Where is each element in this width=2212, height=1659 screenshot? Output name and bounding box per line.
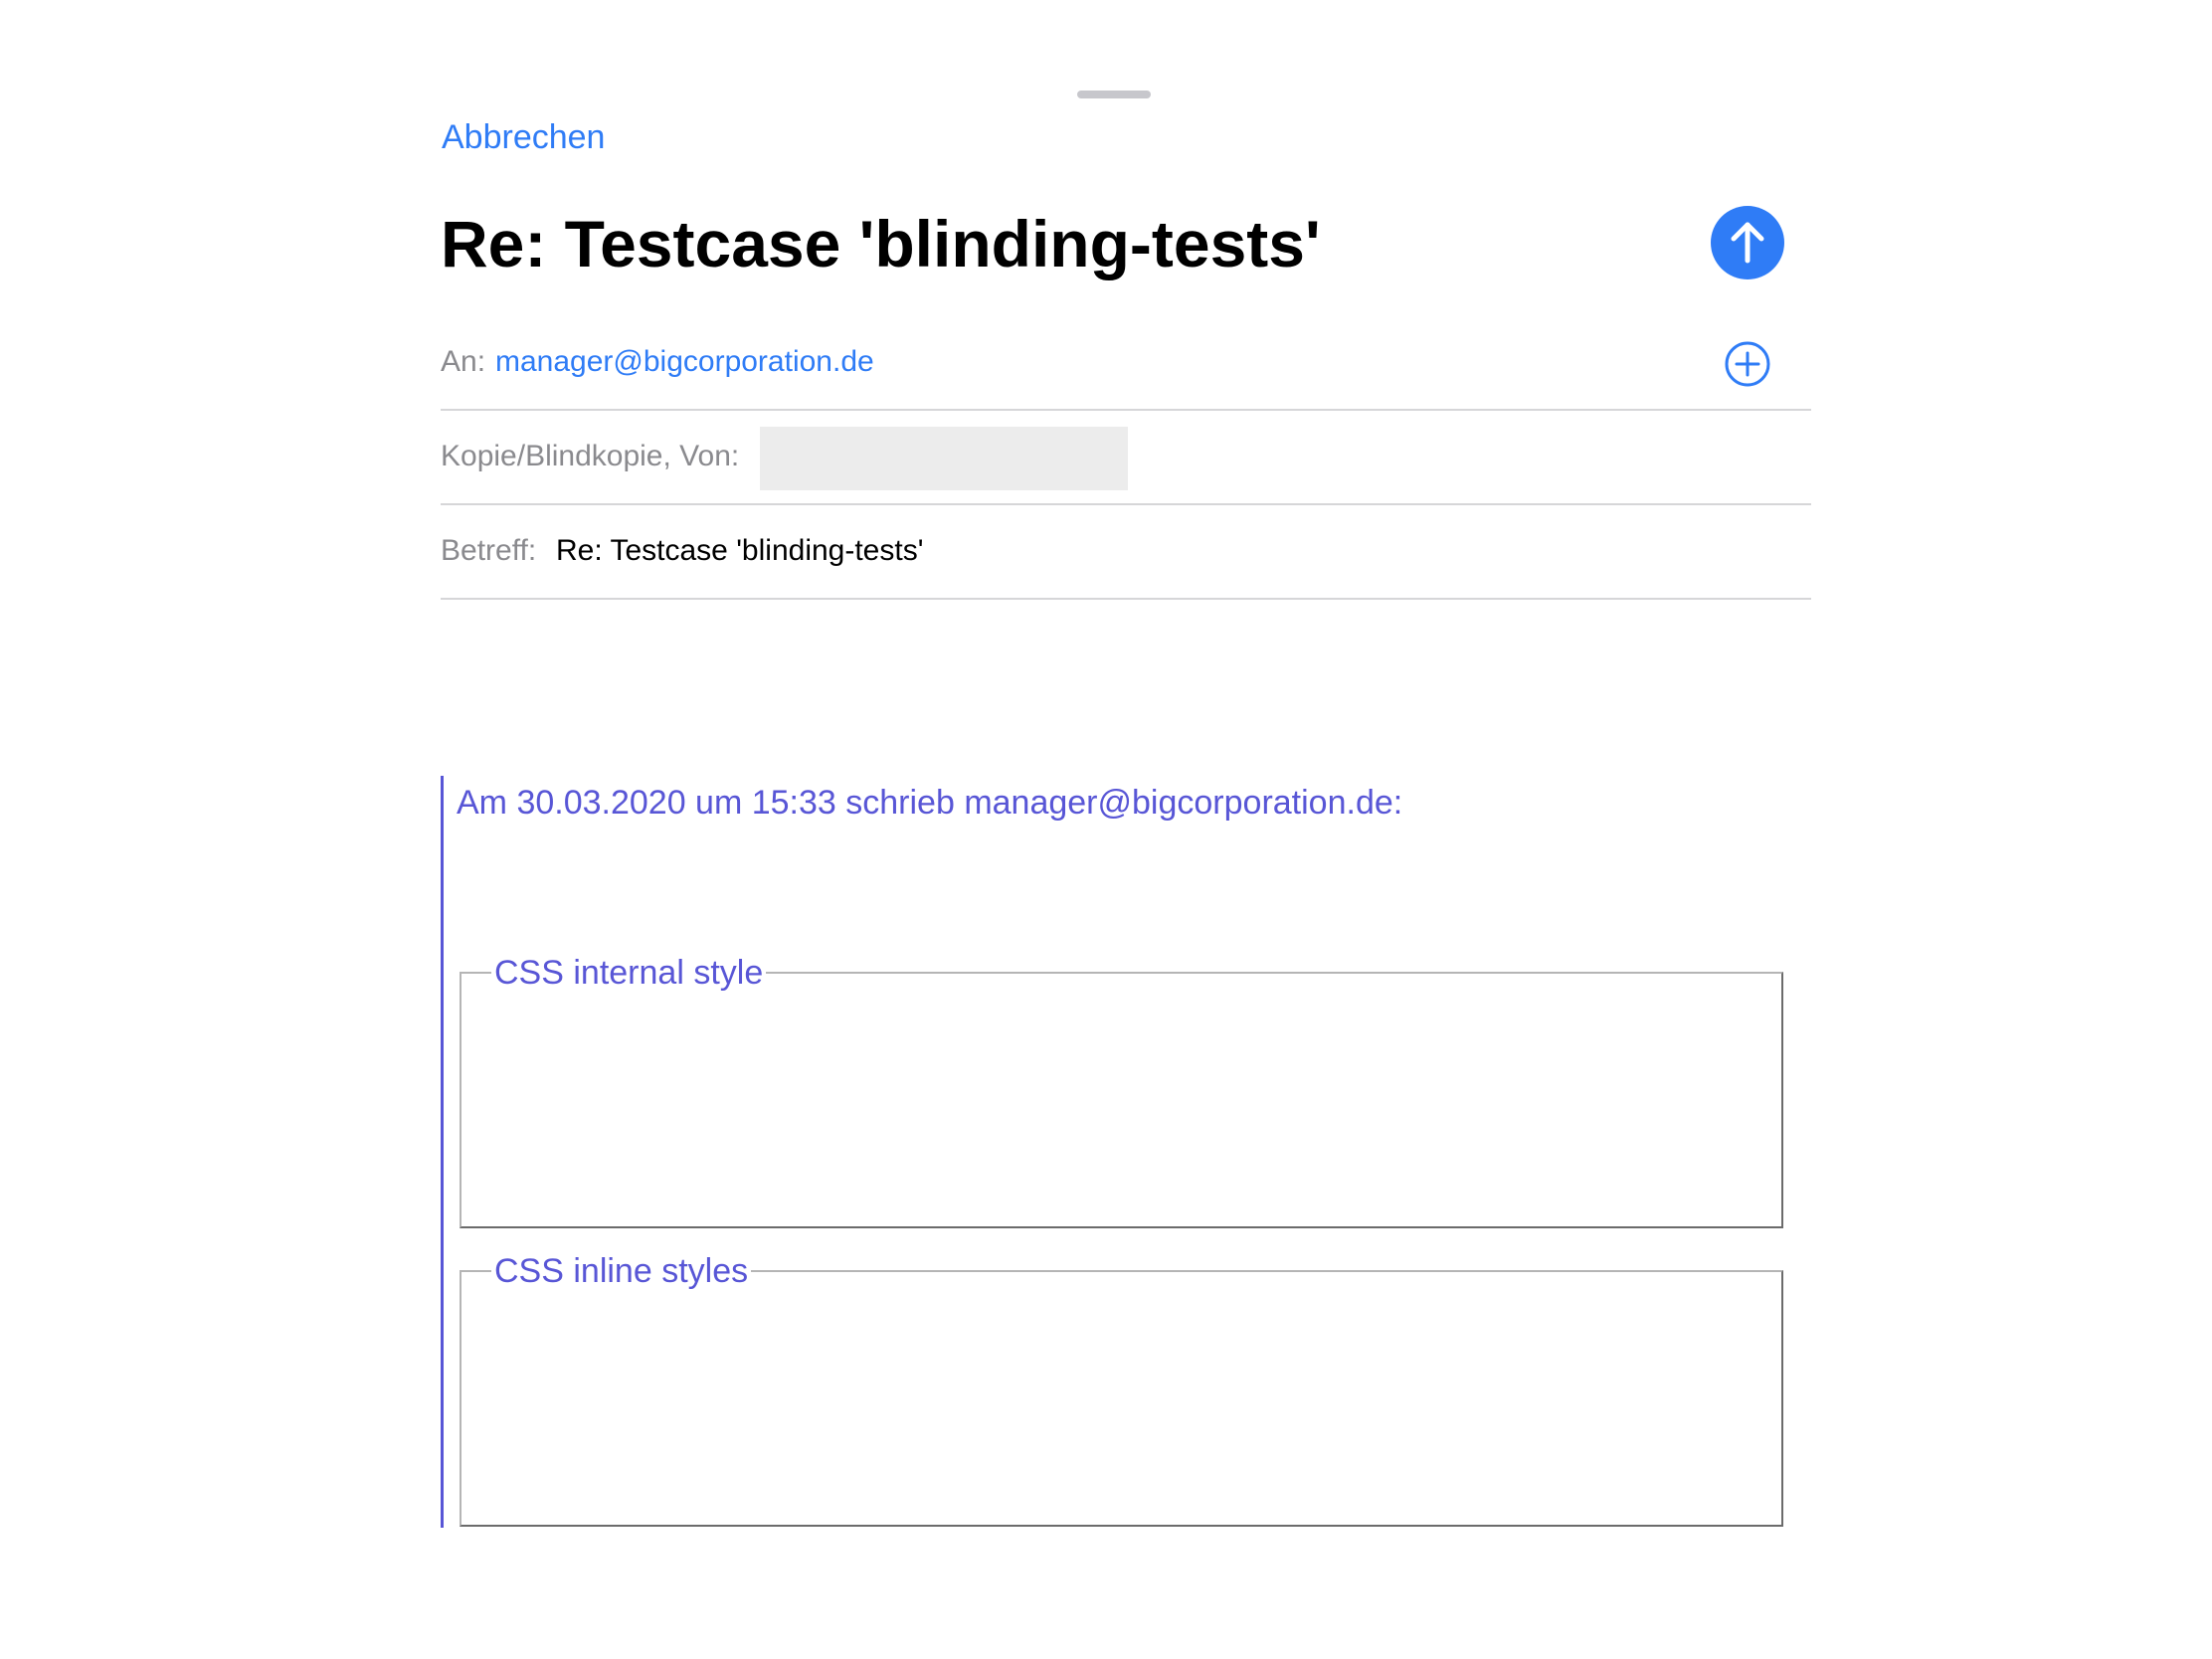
quoted-message: Am 30.03.2020 um 15:33 schrieb manager@b… [441, 776, 1816, 1528]
to-field[interactable]: An: manager@bigcorporation.de [441, 316, 1811, 411]
cc-bcc-from-field[interactable]: Kopie/Blindkopie, Von: [441, 411, 1811, 505]
to-recipient[interactable]: manager@bigcorporation.de [495, 344, 874, 380]
plus-circle-icon[interactable] [1724, 340, 1771, 388]
subject-input[interactable]: Re: Testcase 'blinding-tests' [556, 533, 923, 569]
fieldset-legend: CSS internal style [494, 954, 764, 992]
cc-bcc-from-label: Kopie/Blindkopie, Von: [441, 440, 740, 472]
arrow-up-circle-icon [1731, 222, 1764, 264]
cancel-button[interactable]: Abbrechen [442, 117, 605, 157]
from-address-redacted [760, 427, 1128, 490]
quote-header: Am 30.03.2020 um 15:33 schrieb manager@b… [457, 784, 1403, 822]
fieldset-legend: CSS inline styles [494, 1252, 749, 1290]
to-label: An: [441, 345, 486, 378]
subject-label: Betreff: [441, 534, 537, 567]
compose-title: Re: Testcase 'blinding-tests' [441, 207, 1321, 280]
fieldset-inline-styles: CSS inline styles [460, 1253, 1783, 1527]
subject-field[interactable]: Betreff: Re: Testcase 'blinding-tests' [441, 505, 1811, 600]
send-button[interactable] [1711, 206, 1784, 279]
sheet-grabber[interactable] [1077, 91, 1151, 98]
fieldset-internal-style: CSS internal style [460, 955, 1783, 1228]
